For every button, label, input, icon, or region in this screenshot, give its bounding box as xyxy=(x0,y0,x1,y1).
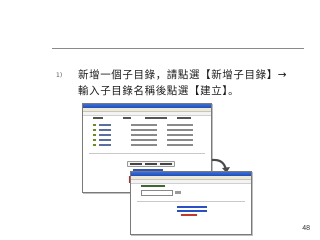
link-line xyxy=(177,210,207,212)
form-label xyxy=(141,185,165,187)
link-line xyxy=(177,206,207,208)
divider xyxy=(137,201,245,202)
window-address-bar xyxy=(83,112,211,116)
create-link xyxy=(181,214,197,216)
divider xyxy=(89,153,205,154)
form-button xyxy=(175,191,181,194)
instruction-line-1: 新增一個子目錄，請點選【新增子目錄】→ xyxy=(78,69,288,81)
window-address-bar xyxy=(131,180,251,184)
table-header xyxy=(93,117,201,119)
subdirectory-name-input xyxy=(141,190,173,196)
action-buttons xyxy=(127,161,175,167)
instruction-line-2: 輸入子目錄名稱後點選【建立】。 xyxy=(78,85,240,97)
page-number: 48 xyxy=(302,225,310,232)
screenshot-create-subdirectory xyxy=(130,171,252,235)
step-number: 1) xyxy=(56,72,63,79)
top-divider xyxy=(52,48,304,49)
